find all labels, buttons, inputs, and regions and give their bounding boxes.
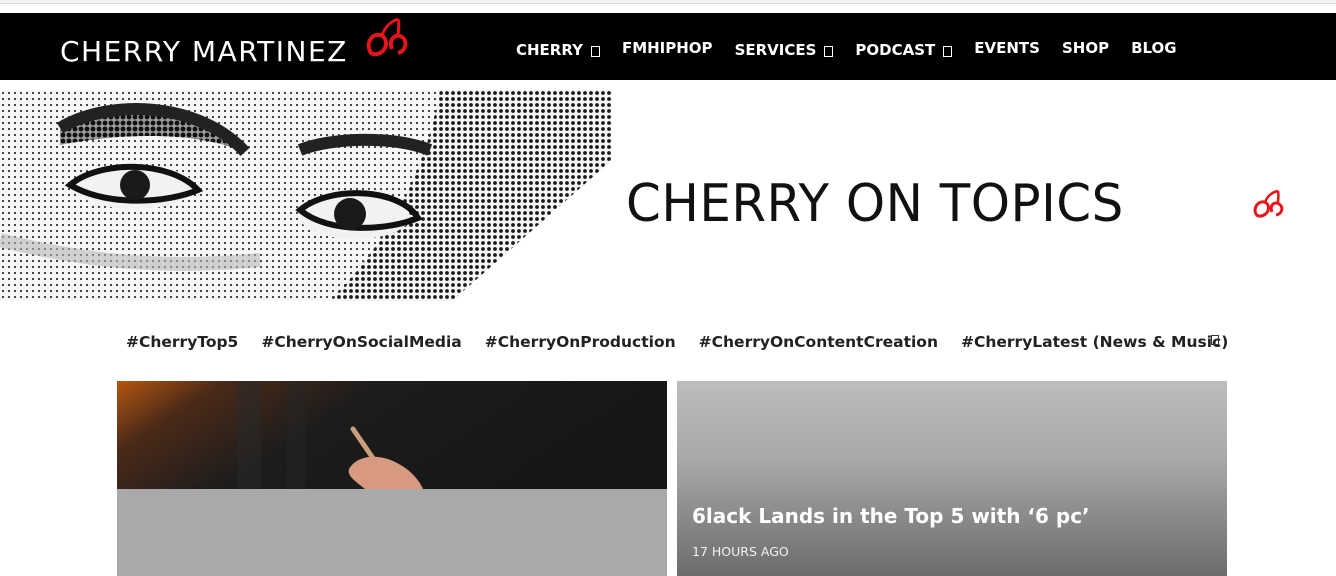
- chevron-down-icon[interactable]: [943, 45, 953, 57]
- tag-cherrylatest[interactable]: #CherryLatest (News & Music): [961, 333, 1228, 351]
- nav-label: SHOP: [1061, 39, 1110, 57]
- nav-label: BLOG: [1131, 39, 1177, 57]
- chevron-down-icon[interactable]: [824, 45, 834, 57]
- nav-item-services[interactable]: SERVICES: [735, 41, 834, 59]
- nav-item-podcast[interactable]: PODCAST: [855, 41, 953, 59]
- nav-label: CHERRY: [516, 41, 583, 59]
- nav-item-blog[interactable]: BLOG: [1131, 39, 1177, 57]
- site-header: CHERRY MARTINEZ CHERRY FMHIPHOP SERVICES…: [0, 13, 1336, 80]
- post-image: [117, 381, 667, 489]
- banner-title: CHERRY ON TOPICS: [626, 174, 1124, 234]
- nav-item-cherry[interactable]: CHERRY: [516, 41, 600, 59]
- tag-cherryoncontentcreation[interactable]: #CherryOnContentCreation: [699, 333, 938, 351]
- post-card[interactable]: [117, 381, 667, 576]
- site-logo[interactable]: CHERRY MARTINEZ: [60, 37, 348, 67]
- cherry-icon: [366, 17, 408, 57]
- logo-text: CHERRY MARTINEZ: [60, 35, 348, 68]
- tag-cherryonsocialmedia[interactable]: #CherryOnSocialMedia: [261, 333, 461, 351]
- banner-portrait-image: [0, 90, 612, 301]
- nav-item-events[interactable]: EVENTS: [974, 39, 1040, 57]
- main-nav: CHERRY FMHIPHOP SERVICES PODCAST EVENTS …: [516, 39, 1199, 59]
- tag-cherrytop5[interactable]: #CherryTop5: [126, 333, 238, 351]
- post-card[interactable]: 6lack Lands in the Top 5 with ‘6 pc’ 17 …: [677, 381, 1227, 576]
- nav-item-shop[interactable]: SHOP: [1062, 39, 1109, 57]
- cherry-icon: [1253, 189, 1284, 218]
- top-border: [0, 0, 1336, 13]
- chevron-down-icon[interactable]: [590, 45, 600, 57]
- tag-menu: #CherryTop5 #CherryOnSocialMedia #Cherry…: [126, 330, 1251, 354]
- nav-label: EVENTS: [974, 39, 1040, 57]
- hero-banner: CHERRY ON TOPICS: [0, 90, 1336, 301]
- nav-label: PODCAST: [855, 41, 936, 59]
- tag-cherryonproduction[interactable]: #CherryOnProduction: [485, 333, 676, 351]
- post-title[interactable]: 6lack Lands in the Top 5 with ‘6 pc’: [692, 504, 1090, 528]
- post-timestamp: 17 HOURS AGO: [692, 544, 789, 559]
- nav-label: SERVICES: [734, 41, 817, 59]
- nav-label: FMHIPHOP: [621, 39, 713, 57]
- nav-item-fmhiphop[interactable]: FMHIPHOP: [622, 39, 713, 57]
- menu-toggle-icon[interactable]: [1211, 335, 1219, 345]
